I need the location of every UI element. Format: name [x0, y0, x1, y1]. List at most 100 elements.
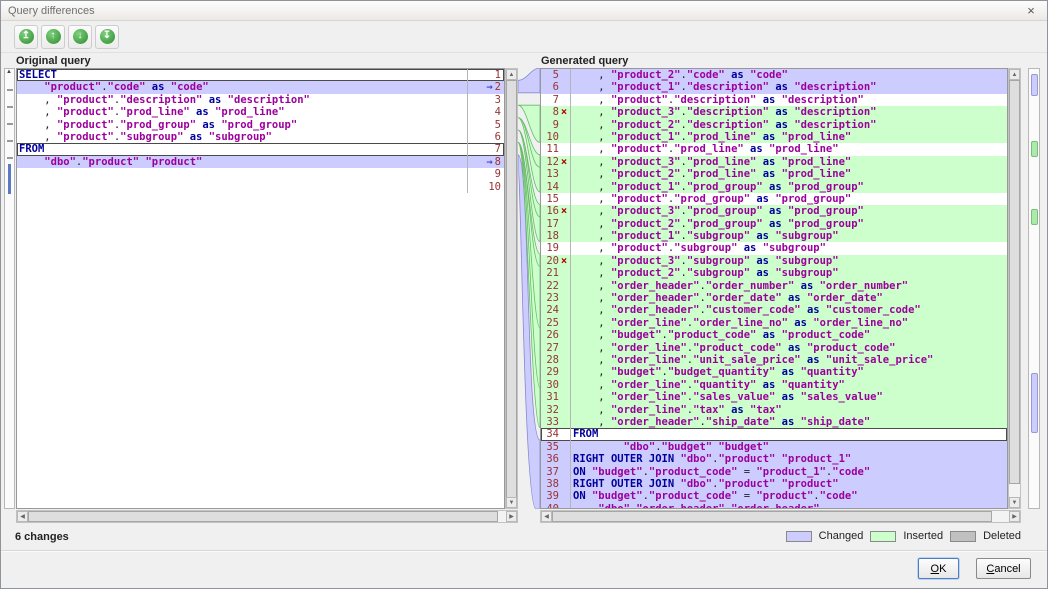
code-text: "product"."code" as "code" [17, 81, 467, 93]
diff-navigation-toolbar: ↥ ↑ ↓↧ [1, 21, 1047, 53]
code-text: , "product"."prod_group" as "prod_group" [17, 119, 467, 131]
code-text: , "order_header"."ship_date" as "ship_da… [571, 416, 1007, 428]
diff-tick [7, 157, 13, 159]
line-number: 25 [546, 317, 559, 329]
first-difference-button[interactable]: ↥ [14, 25, 38, 49]
scroll-right-icon[interactable]: ▶ [506, 511, 517, 522]
change-arrow-icon: → [486, 81, 492, 93]
line-number: 5 [553, 69, 559, 81]
titlebar: Query differences × [1, 1, 1047, 21]
left-vertical-scrollbar[interactable]: ▲ ▼ [505, 68, 518, 509]
generated-query-editor[interactable]: 5 , "product_2"."code" as "code"6 , "pro… [540, 68, 1008, 509]
line-number: 34 [546, 428, 559, 440]
code-text: FROM [571, 428, 1007, 440]
code-line-24: 24 , "order_header"."customer_code" as "… [541, 304, 1007, 316]
previous-difference-icon: ↑ [46, 29, 61, 44]
code-line-36: 36RIGHT OUTER JOIN "dbo"."product" "prod… [541, 453, 1007, 465]
scroll-down-icon[interactable]: ▼ [506, 497, 517, 508]
scroll-left-icon[interactable]: ◀ [17, 511, 28, 522]
code-line-14: 14 , "product_1"."prod_group" as "prod_g… [541, 181, 1007, 193]
scroll-right-icon[interactable]: ▶ [1009, 511, 1020, 522]
code-line-26: 26 , "budget"."product_code" as "product… [541, 329, 1007, 341]
right-hscroll-thumb[interactable] [552, 511, 992, 522]
line-number: 19 [546, 242, 559, 254]
line-number: 8 [495, 156, 501, 168]
line-number-gutter: 27 [541, 342, 571, 354]
conflict-x-icon: × [560, 156, 568, 168]
right-horizontal-scrollbar[interactable]: ◀ ▶ [540, 510, 1021, 523]
code-line-21: 21 , "product_2"."subgroup" as "subgroup… [541, 267, 1007, 279]
code-text: , "product_2"."subgroup" as "subgroup" [571, 267, 1007, 279]
line-number: 16 [546, 205, 559, 217]
line-number: 32 [546, 404, 559, 416]
cancel-button[interactable]: Cancel [976, 558, 1031, 579]
line-number-gutter: 37 [541, 466, 571, 478]
inserted-swatch [870, 531, 896, 542]
line-number: 17 [546, 218, 559, 230]
original-query-editor[interactable]: SELECT1 "product"."code" as "code"→2 , "… [16, 68, 505, 509]
scroll-up-icon[interactable]: ▲ [1009, 69, 1020, 80]
code-line-13: 13 , "product_2"."prod_line" as "prod_li… [541, 168, 1007, 180]
line-number: 8 [553, 106, 559, 118]
previous-difference-button[interactable]: ↑ [41, 25, 65, 49]
code-line-27: 27 , "order_line"."product_code" as "pro… [541, 342, 1007, 354]
code-text [17, 168, 467, 180]
code-line-22: 22 , "order_header"."order_number" as "o… [541, 280, 1007, 292]
strip-triangle-icon: ▲ [6, 69, 12, 75]
diff-position-marker [8, 164, 11, 194]
code-line-35: 35 "dbo"."budget" "budget" [541, 441, 1007, 453]
line-number-gutter: 11 [541, 143, 571, 155]
code-text: , "product"."prod_line" as "prod_line" [571, 143, 1007, 155]
code-text: "dbo"."order_header" "order_header" [571, 503, 1007, 509]
line-number-gutter: 38 [541, 478, 571, 490]
line-number-gutter: 40 [541, 503, 571, 509]
scroll-up-icon[interactable]: ▲ [506, 69, 517, 80]
line-number-gutter: 9 [541, 119, 571, 131]
scroll-down-icon[interactable]: ▼ [1009, 497, 1020, 508]
code-text: , "product_3"."prod_line" as "prod_line" [571, 156, 1007, 168]
line-number: 7 [495, 143, 501, 155]
deleted-legend-label: Deleted [983, 530, 1021, 542]
left-hscroll-thumb[interactable] [28, 511, 498, 522]
code-line-15: 15 , "product"."prod_group" as "prod_gro… [541, 193, 1007, 205]
line-number: 15 [546, 193, 559, 205]
line-number-gutter: 36 [541, 453, 571, 465]
generated-query-label: Generated query [541, 55, 628, 67]
separator [1, 550, 1047, 552]
line-number: 5 [495, 119, 501, 131]
line-number-gutter: 4 [467, 106, 504, 118]
left-marker-strip: ▲ [4, 68, 15, 509]
diff-tick [7, 140, 13, 142]
deleted-swatch [950, 531, 976, 542]
next-difference-button[interactable]: ↓ [68, 25, 92, 49]
code-line-5: , "product"."prod_group" as "prod_group"… [17, 119, 504, 131]
window-title: Query differences [8, 5, 1022, 17]
diff-tick [7, 89, 13, 91]
close-icon[interactable]: × [1022, 2, 1040, 20]
right-vscroll-thumb[interactable] [1009, 80, 1020, 484]
left-vscroll-thumb[interactable] [506, 80, 517, 498]
line-number-gutter: →8 [467, 156, 504, 168]
line-number: 24 [546, 304, 559, 316]
code-line-9: 9 , "product_2"."description" as "descri… [541, 119, 1007, 131]
line-number-gutter: 34 [541, 428, 571, 440]
conflict-x-icon: × [560, 255, 568, 267]
scroll-left-icon[interactable]: ◀ [541, 511, 552, 522]
code-line-38: 38RIGHT OUTER JOIN "dbo"."product" "prod… [541, 478, 1007, 490]
last-difference-button[interactable]: ↧ [95, 25, 119, 49]
code-text: , "product_2"."prod_group" as "prod_grou… [571, 218, 1007, 230]
code-text: , "product_2"."code" as "code" [571, 69, 1007, 81]
code-line-7: 7 , "product"."description" as "descript… [541, 94, 1007, 106]
ok-button[interactable]: OK [918, 558, 959, 579]
code-text: , "product"."description" as "descriptio… [17, 94, 467, 106]
right-vertical-scrollbar[interactable]: ▲ ▼ [1008, 68, 1021, 509]
left-horizontal-scrollbar[interactable]: ◀ ▶ [16, 510, 518, 523]
line-number: 9 [495, 168, 501, 180]
changes-count: 6 changes [15, 531, 69, 543]
code-line-29: 29 , "budget"."budget_quantity" as "quan… [541, 366, 1007, 378]
line-number: 26 [546, 329, 559, 341]
line-number-gutter: 1 [467, 69, 504, 81]
line-number: 23 [546, 292, 559, 304]
line-number-gutter: 23 [541, 292, 571, 304]
code-line-7: FROM7 [17, 143, 504, 155]
